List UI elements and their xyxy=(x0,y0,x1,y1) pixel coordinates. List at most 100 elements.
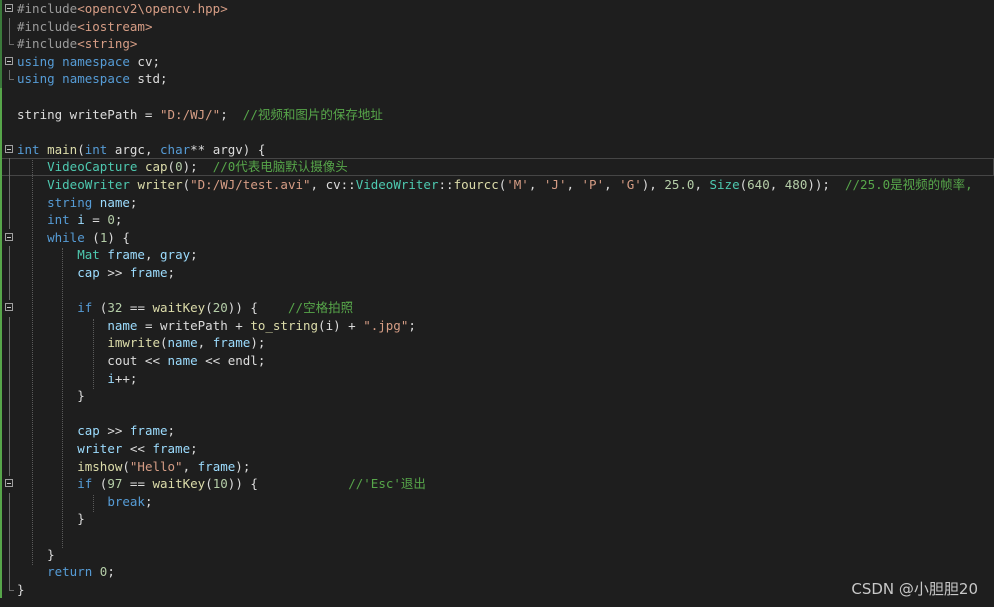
csdn-watermark: CSDN @小胆胆20 xyxy=(851,580,978,598)
code-text: cap >> frame; xyxy=(17,422,175,440)
code-token: "Hello" xyxy=(129,458,183,474)
code-line[interactable]: using namespace cv; xyxy=(0,53,994,71)
code-token: ; xyxy=(144,493,153,509)
code-line[interactable]: name = writePath + to_string(i) + ".jpg"… xyxy=(0,316,994,335)
code-line[interactable]: VideoCapture cap(0); //0代表电脑默认摄像头 xyxy=(0,158,994,177)
indent-guide xyxy=(32,160,34,566)
code-text: VideoCapture cap(0); //0代表电脑默认摄像头 xyxy=(17,158,348,176)
code-token: fourcc xyxy=(453,177,499,192)
code-token: ; xyxy=(114,212,123,228)
fold-end-marker xyxy=(9,580,14,591)
code-editor[interactable]: #include<opencv2\opencv.hpp> #include<ios… xyxy=(0,0,994,607)
code-text: VideoWriter writer("D:/WJ/test.avi", cv:… xyxy=(17,176,973,194)
code-line[interactable]: } xyxy=(0,580,994,599)
code-line[interactable]: if (97 == waitKey(10)) { //'Esc'退出 xyxy=(0,475,994,493)
code-token: argc, xyxy=(107,141,161,157)
code-line[interactable]: using namespace std; xyxy=(0,70,994,88)
code-line[interactable]: imwrite(name, frame); xyxy=(0,334,994,353)
code-token: (i) + xyxy=(318,317,364,333)
code-line[interactable]: string name; xyxy=(0,193,994,212)
code-token: 32 xyxy=(107,300,123,316)
code-token: ; xyxy=(107,564,115,580)
code-line[interactable]: } xyxy=(0,510,994,529)
code-line[interactable]: while (1) { xyxy=(0,229,994,247)
code-token: std; xyxy=(129,71,168,87)
code-text: #include<iostream> xyxy=(17,18,152,36)
code-token: frame xyxy=(212,335,251,351)
code-line[interactable]: cap >> frame; xyxy=(0,264,994,282)
code-line[interactable]: i++; xyxy=(0,369,994,388)
code-line[interactable]: } xyxy=(0,387,994,406)
code-text: i++; xyxy=(17,370,137,388)
code-text: while (1) { xyxy=(17,229,130,247)
fold-guide xyxy=(9,457,10,476)
fold-guide xyxy=(9,334,10,353)
code-token: VideoCapture xyxy=(47,159,138,175)
code-token: frame xyxy=(197,458,236,474)
code-line[interactable]: break; xyxy=(0,492,994,511)
code-token: cv; xyxy=(129,53,161,69)
code-line[interactable] xyxy=(0,281,994,300)
code-line[interactable]: } xyxy=(0,545,994,564)
code-line[interactable]: cap >> frame; xyxy=(0,422,994,441)
code-token: frame xyxy=(107,247,145,263)
fold-collapse-icon[interactable] xyxy=(5,56,13,65)
code-token: , xyxy=(197,335,213,351)
fold-guide xyxy=(9,211,10,230)
code-token: ( xyxy=(205,476,213,492)
code-token: 0 xyxy=(175,159,183,175)
code-line[interactable]: return 0; xyxy=(0,563,994,582)
code-line[interactable] xyxy=(0,123,994,141)
code-token: int xyxy=(47,212,70,228)
code-text: string name; xyxy=(17,194,137,212)
code-line[interactable] xyxy=(0,404,994,423)
code-line[interactable]: #include<string> xyxy=(0,35,994,53)
code-token: waitKey xyxy=(152,476,206,492)
code-token: 'G' xyxy=(619,177,642,192)
code-line[interactable]: VideoWriter writer("D:/WJ/test.avi", cv:… xyxy=(0,176,994,194)
code-token: = xyxy=(84,212,108,228)
code-token: >> xyxy=(99,423,130,439)
code-token: ) { xyxy=(107,229,130,245)
code-line[interactable]: writer << frame; xyxy=(0,440,994,458)
code-token: #include xyxy=(17,1,78,16)
fold-collapse-icon[interactable] xyxy=(5,232,13,241)
code-line[interactable]: int main(int argc, char** argv) { xyxy=(0,141,994,159)
code-text: } xyxy=(17,510,85,528)
code-line[interactable]: int i = 0; xyxy=(0,211,994,230)
fold-collapse-icon[interactable] xyxy=(5,303,13,312)
code-line[interactable]: Mat frame, gray; xyxy=(0,246,994,265)
fold-collapse-icon[interactable] xyxy=(5,144,13,153)
code-token: } xyxy=(17,546,55,562)
code-line[interactable]: #include<opencv2\opencv.hpp> xyxy=(0,0,994,18)
code-token: to_string xyxy=(250,317,319,333)
code-token: VideoWriter xyxy=(355,177,439,192)
code-line[interactable]: cout << name << endl; xyxy=(0,352,994,370)
code-line[interactable]: if (32 == waitKey(20)) { //空格拍照 xyxy=(0,299,994,317)
code-token: if xyxy=(77,476,93,492)
code-line[interactable]: imshow("Hello", frame); xyxy=(0,457,994,476)
code-token: using xyxy=(17,53,55,69)
code-token: ); xyxy=(235,458,251,474)
code-token: 480 xyxy=(784,177,808,192)
fold-guide xyxy=(9,246,10,265)
code-token: if xyxy=(77,300,93,316)
code-line[interactable] xyxy=(0,88,994,106)
change-indicator xyxy=(0,88,2,599)
code-token: :: xyxy=(438,177,454,192)
code-line[interactable]: #include<iostream> xyxy=(0,17,994,36)
fold-collapse-icon[interactable] xyxy=(5,479,13,488)
fold-collapse-icon[interactable] xyxy=(5,4,13,12)
code-token: gray xyxy=(160,247,191,263)
fold-end-marker xyxy=(9,70,14,81)
code-line[interactable] xyxy=(0,528,994,546)
code-token: ( xyxy=(739,177,748,192)
code-token: frame xyxy=(129,423,168,439)
code-token: == xyxy=(122,476,153,492)
code-token: ; xyxy=(220,106,243,122)
code-line[interactable]: string writePath = "D:/WJ/"; //视频和图片的保存地… xyxy=(0,106,994,124)
code-token: )); xyxy=(807,177,845,192)
code-token: } xyxy=(17,581,25,597)
